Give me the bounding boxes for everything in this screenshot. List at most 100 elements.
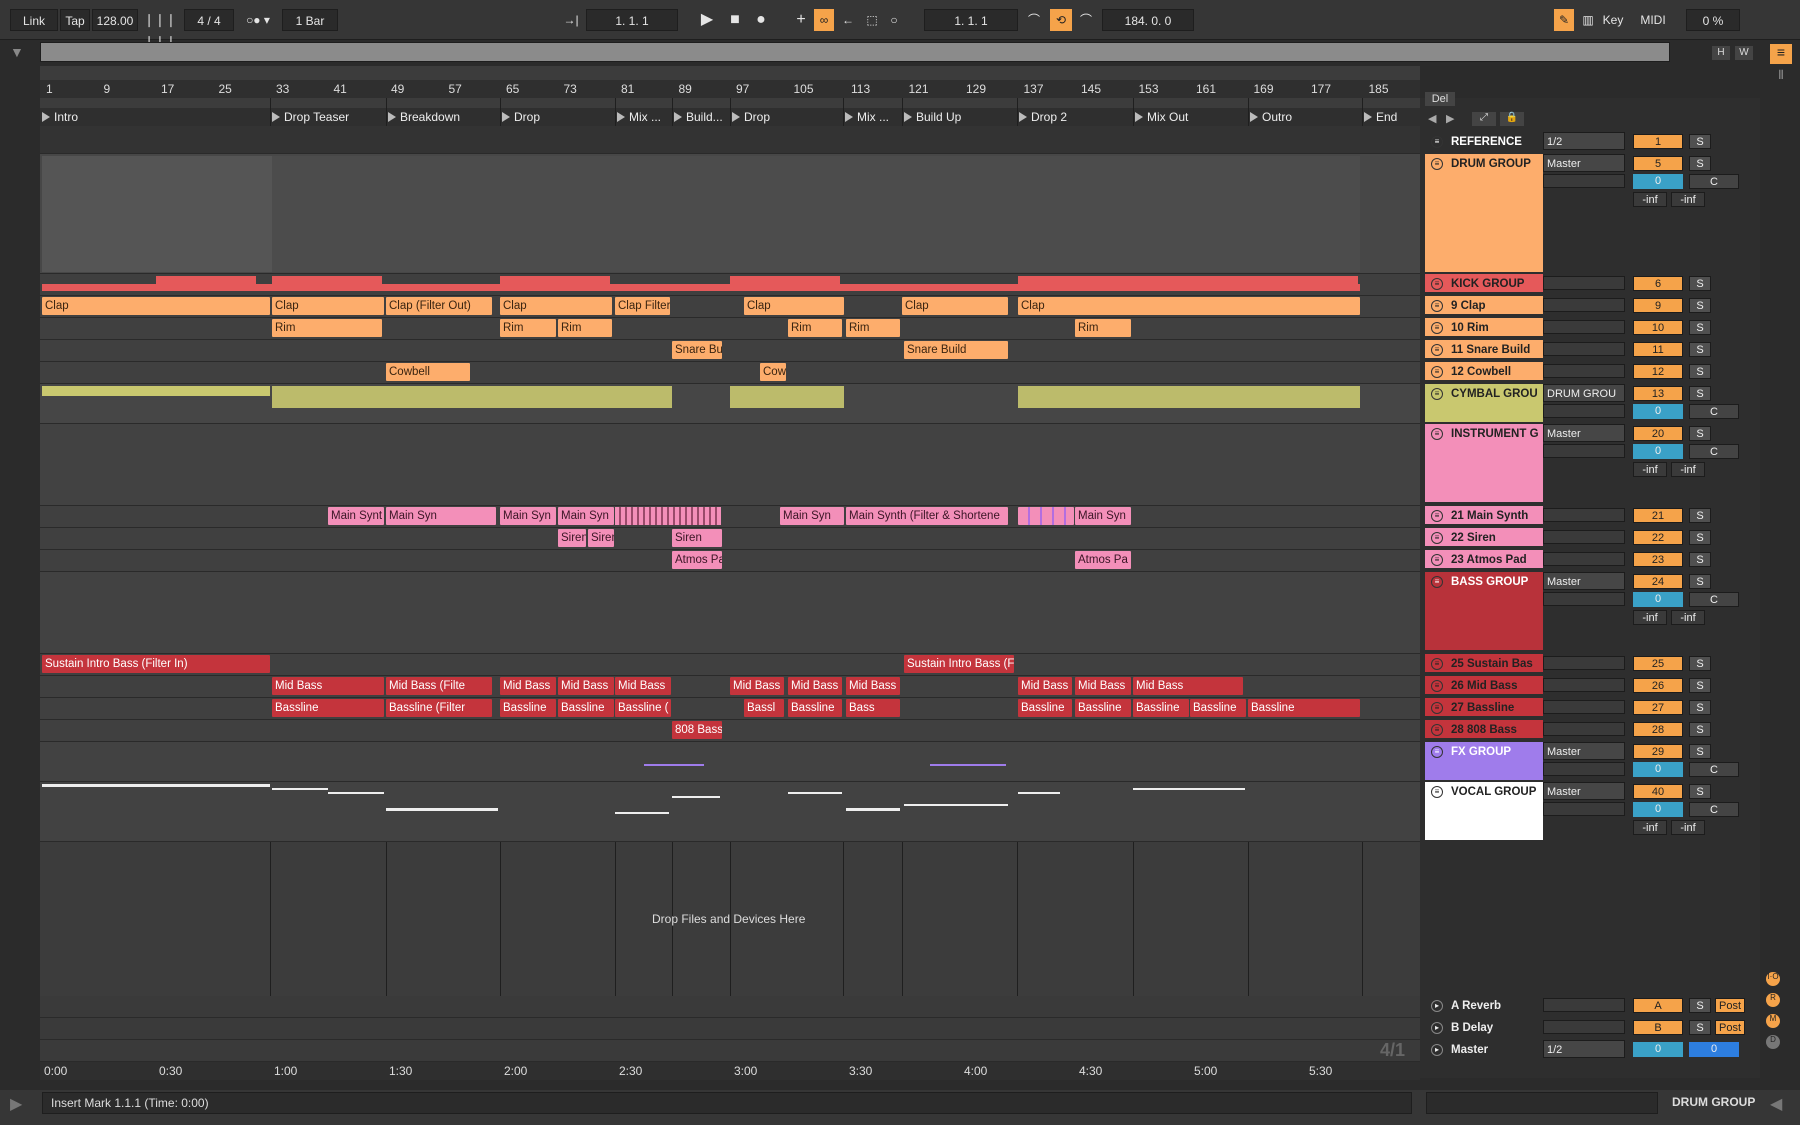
- clap-clip[interactable]: Clap: [500, 297, 612, 315]
- volume-field[interactable]: 0: [1633, 444, 1683, 459]
- volume-field[interactable]: 0: [1633, 762, 1683, 777]
- routing-field[interactable]: [1543, 1020, 1625, 1034]
- link-button[interactable]: Link: [10, 9, 58, 31]
- pan-field[interactable]: C: [1689, 802, 1739, 817]
- pan-field[interactable]: C: [1689, 592, 1739, 607]
- track-name[interactable]: ≡ 28 808 Bass: [1425, 720, 1543, 738]
- solo-button[interactable]: S: [1689, 298, 1711, 313]
- follow-icon[interactable]: →|: [560, 9, 582, 31]
- solo-button[interactable]: S: [1689, 998, 1711, 1013]
- track-name[interactable]: ≡ VOCAL GROUP: [1425, 782, 1543, 840]
- bassline-clip[interactable]: Bassline: [1248, 699, 1360, 717]
- track-name[interactable]: ≡ CYMBAL GROU: [1425, 384, 1543, 422]
- track-name[interactable]: ≡ INSTRUMENT G: [1425, 424, 1543, 502]
- rim-clip[interactable]: Rim: [558, 319, 612, 337]
- mid-bass-clip[interactable]: Mid Bass: [500, 677, 556, 695]
- locator-marker[interactable]: Drop: [500, 110, 540, 124]
- solo-button[interactable]: S: [1689, 744, 1711, 759]
- session-record-icon[interactable]: ○: [884, 9, 904, 31]
- bassline-clip[interactable]: Bassline: [1018, 699, 1072, 717]
- browser-toggle-icon[interactable]: ⦀: [1770, 68, 1792, 88]
- cymbal-clip-strip[interactable]: [272, 386, 672, 408]
- device-toggle-icon[interactable]: ▸: [1431, 1022, 1443, 1034]
- track-activator[interactable]: 1: [1633, 134, 1683, 149]
- input-routing-select[interactable]: [1543, 404, 1625, 418]
- io-toggle-icon[interactable]: I·O: [1766, 972, 1780, 986]
- return-track-name[interactable]: ▸ A Reverb: [1425, 996, 1543, 1016]
- locator-marker[interactable]: Outro: [1248, 110, 1292, 124]
- routing-field[interactable]: [1543, 552, 1625, 566]
- mixer-track[interactable]: ≡ 21 Main Synth 21 S: [1425, 506, 1760, 526]
- track-fold-icon[interactable]: ≡: [1431, 510, 1443, 522]
- solo-button[interactable]: S: [1689, 386, 1711, 401]
- track-activator[interactable]: 26: [1633, 678, 1683, 693]
- track-name[interactable]: ≡ 25 Sustain Bas: [1425, 654, 1543, 672]
- track-fold-icon[interactable]: ≡: [1431, 658, 1443, 670]
- chevron-down-icon[interactable]: ▼: [10, 44, 30, 64]
- lock-icon[interactable]: 🔒: [1500, 112, 1524, 126]
- mixer-track[interactable]: ≡ 28 808 Bass 28 S: [1425, 720, 1760, 740]
- track-activator[interactable]: 40: [1633, 784, 1683, 799]
- vocal-clip-line[interactable]: [904, 804, 1008, 806]
- track-activator[interactable]: 22: [1633, 530, 1683, 545]
- track-fold-icon[interactable]: ≡: [1431, 322, 1443, 334]
- kick-clip-strip[interactable]: [500, 276, 610, 284]
- vocal-clip-line[interactable]: [615, 812, 669, 814]
- track-activator[interactable]: 5: [1633, 156, 1683, 171]
- atmos-pad-clip[interactable]: Atmos Pa: [672, 551, 722, 569]
- keyboard-icon[interactable]: ▥: [1578, 9, 1598, 31]
- return-activator[interactable]: B: [1633, 1020, 1683, 1035]
- return-track[interactable]: ▸ A Reverb A S Post: [1425, 996, 1760, 1016]
- mid-bass-clip[interactable]: Mid Bass: [1075, 677, 1131, 695]
- track-fold-icon[interactable]: ≡: [1431, 576, 1443, 588]
- track-name[interactable]: ≡ 12 Cowbell: [1425, 362, 1543, 380]
- routing-field[interactable]: [1543, 530, 1625, 544]
- routing-field[interactable]: [1543, 276, 1625, 290]
- locator-marker[interactable]: Drop: [730, 110, 770, 124]
- mid-bass-clip[interactable]: Mid Bass: [788, 677, 842, 695]
- device-toggle-icon[interactable]: ▸: [1431, 1044, 1443, 1056]
- post-button[interactable]: Post: [1715, 998, 1745, 1013]
- return-track-name[interactable]: ▸ Master: [1425, 1040, 1543, 1060]
- track-row-808-bass[interactable]: [40, 720, 1420, 742]
- track-row-a-reverb[interactable]: [40, 996, 1420, 1018]
- track-row-atmos-pad[interactable]: [40, 550, 1420, 572]
- mixer-track[interactable]: ≡ 22 Siren 22 S: [1425, 528, 1760, 548]
- routing-field[interactable]: [1543, 656, 1625, 670]
- return-activator[interactable]: 0: [1633, 1042, 1683, 1057]
- solo-button[interactable]: S: [1689, 552, 1711, 567]
- loop-start-field[interactable]: 1. 1. 1: [924, 9, 1018, 31]
- main-synth-clip[interactable]: Main Syn: [780, 507, 844, 525]
- automation-arm-icon[interactable]: ∞: [814, 9, 834, 31]
- mixer-track[interactable]: ≡ 25 Sustain Bas 25 S: [1425, 654, 1760, 674]
- mixer-track[interactable]: ≡ INSTRUMENT G Master 20 S 0 C -inf -inf: [1425, 424, 1760, 504]
- mid-bass-clip[interactable]: Mid Bass: [558, 677, 614, 695]
- w-zoom-button[interactable]: W: [1735, 46, 1753, 60]
- solo-button[interactable]: S: [1689, 784, 1711, 799]
- mixer-track[interactable]: ≡ VOCAL GROUP Master 40 S 0 C -inf -inf: [1425, 782, 1760, 842]
- main-synth-clip[interactable]: Main Syn: [558, 507, 614, 525]
- cowbell-clip[interactable]: Cowbell: [386, 363, 470, 381]
- returns-toggle-icon[interactable]: R: [1766, 993, 1780, 1007]
- return-activator[interactable]: A: [1633, 998, 1683, 1013]
- track-row-rim[interactable]: [40, 318, 1420, 340]
- track-fold-icon[interactable]: ≡: [1431, 554, 1443, 566]
- siren-clip[interactable]: Siren: [558, 529, 586, 547]
- arrow-right-icon[interactable]: ▶: [1446, 112, 1454, 125]
- routing-field[interactable]: [1543, 508, 1625, 522]
- mid-bass-clip[interactable]: Mid Bass: [1018, 677, 1072, 695]
- key-map-button[interactable]: Key: [1600, 9, 1626, 31]
- sustain-bass-clip[interactable]: Sustain Intro Bass (F: [904, 655, 1014, 673]
- mixer-track[interactable]: ≡ REFERENCE 1/2 1 S: [1425, 132, 1760, 152]
- track-activator[interactable]: 11: [1633, 342, 1683, 357]
- siren-clip[interactable]: Siren: [672, 529, 722, 547]
- mixer-track[interactable]: ≡ DRUM GROUP Master 5 S 0 C -inf -inf: [1425, 154, 1760, 274]
- routing-field[interactable]: [1543, 998, 1625, 1012]
- track-fold-icon[interactable]: ≡: [1431, 702, 1443, 714]
- pan-field[interactable]: C: [1689, 174, 1739, 189]
- solo-button[interactable]: S: [1689, 320, 1711, 335]
- bassline-clip[interactable]: Bassline: [558, 699, 614, 717]
- solo-button[interactable]: S: [1689, 700, 1711, 715]
- punch-in-icon[interactable]: ⌒: [1024, 9, 1044, 31]
- output-routing-select[interactable]: DRUM GROU: [1543, 384, 1625, 402]
